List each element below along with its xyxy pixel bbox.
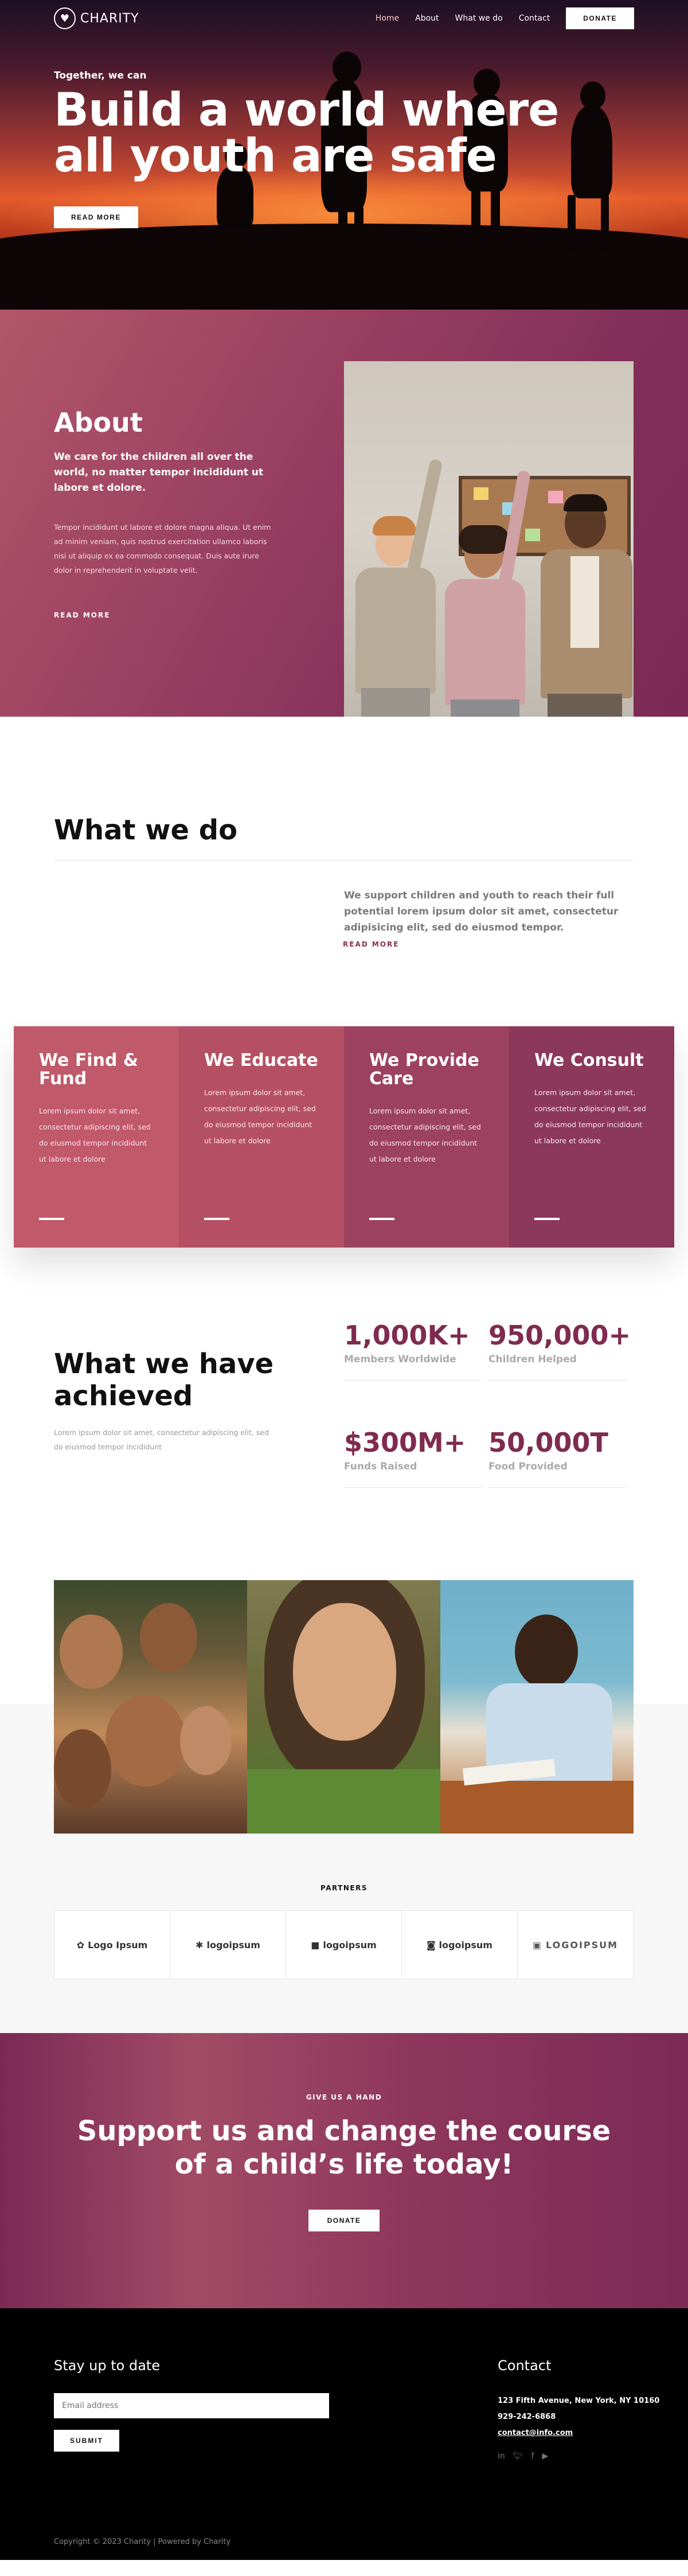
facebook-icon[interactable]: f [531, 2452, 534, 2461]
what-we-do-section: What we do We support children and youth… [0, 717, 688, 1009]
stat-food: 50,000T Food Provided [488, 1426, 627, 1488]
service-card-find-fund[interactable]: We Find & Fund Lorem ipsum dolor sit ame… [14, 1026, 179, 1248]
submit-button[interactable]: SUBMIT [54, 2430, 119, 2452]
stat-members: 1,000K+ Members Worldwide [344, 1319, 482, 1381]
services-cards: We Find & Fund Lorem ipsum dolor sit ame… [14, 1026, 674, 1248]
service-title: We Consult [534, 1050, 644, 1070]
cta-title: Support us and change the course of a ch… [77, 2115, 611, 2180]
nav-links: Home About What we do Contact DONATE [376, 7, 634, 29]
partner-logo-1[interactable]: ✿ Logo Ipsum [54, 1911, 170, 1979]
achievements-title: What we have achieved [54, 1348, 274, 1412]
stat-label: Members Worldwide [344, 1354, 456, 1365]
stat-value: 50,000T [488, 1427, 608, 1458]
cta-kicker: GIVE US A HAND [306, 2093, 382, 2101]
stat-label: Children Helped [488, 1354, 577, 1365]
nav-link-contact[interactable]: Contact [519, 14, 550, 23]
stat-value: 950,000+ [488, 1320, 631, 1351]
about-text: About We care for the children all over … [54, 407, 272, 620]
linkedin-icon[interactable]: in [498, 2452, 505, 2461]
nav-link-about[interactable]: About [415, 14, 439, 23]
stat-value: $300M+ [344, 1427, 466, 1458]
gallery-section [0, 1580, 688, 1850]
gallery-photo-boy-classroom [440, 1580, 634, 1834]
stat-label: Food Provided [488, 1461, 568, 1472]
stat-label: Funds Raised [344, 1461, 417, 1472]
gallery-photo-children-group [54, 1580, 247, 1834]
dash-decoration [204, 1218, 229, 1220]
gallery-photo-girl [247, 1580, 440, 1834]
social-links: in 🐦︎ f ▶ [498, 2452, 548, 2461]
cta-donate-button[interactable]: DONATE [308, 2210, 380, 2231]
partner-logo-icon: ▣ [532, 1939, 543, 1950]
hero-title: Build a world where all youth are safe [54, 83, 559, 182]
about-lead: We care for the children all over the wo… [54, 451, 264, 494]
service-title: We Find & Fund [39, 1050, 139, 1089]
service-title: We Provide Care [369, 1050, 479, 1089]
donate-cta-section: GIVE US A HAND Support us and change the… [0, 2033, 688, 2308]
partner-logo-icon: ✿ [76, 1939, 85, 1950]
service-card-educate[interactable]: We Educate Lorem ipsum dolor sit amet, c… [179, 1026, 344, 1248]
footer: Stay up to date SUBMIT Contact 123 Fifth… [0, 2308, 688, 2560]
about-read-more-link[interactable]: READ MORE [54, 611, 110, 619]
newsletter-title: Stay up to date [54, 2358, 161, 2374]
divider [54, 860, 634, 861]
twitter-icon[interactable]: 🐦︎ [513, 2452, 523, 2461]
contact-info: 123 Fifth Avenue, New York, NY 10160 929… [498, 2393, 659, 2441]
partner-logo-2[interactable]: ✱ logoipsum [170, 1911, 286, 1979]
hero-kicker: Together, we can [54, 70, 147, 81]
service-body: Lorem ipsum dolor sit amet, consectetur … [39, 1107, 151, 1163]
donate-button[interactable]: DONATE [566, 7, 634, 29]
hero-read-more-button[interactable]: READ MORE [54, 206, 138, 228]
what-we-do-title: What we do [54, 814, 238, 846]
nav-link-what-we-do[interactable]: What we do [455, 14, 503, 23]
top-navigation: ♥ CHARITY Home About What we do Contact … [0, 0, 688, 37]
dash-decoration [369, 1218, 394, 1220]
partners-section: PARTNERS ✿ Logo Ipsum ✱ logoipsum ■ logoips… [0, 1850, 688, 2033]
partner-logo-3[interactable]: ■ logoipsum [286, 1911, 402, 1979]
dash-decoration [39, 1218, 64, 1220]
partner-logo-icon: ■ [311, 1939, 320, 1950]
service-title: We Educate [204, 1050, 318, 1070]
contact-title: Contact [498, 2358, 552, 2374]
what-we-do-read-more-link[interactable]: READ MORE [343, 940, 399, 948]
about-title: About [54, 407, 143, 438]
service-card-consult[interactable]: We Consult Lorem ipsum dolor sit amet, c… [509, 1026, 674, 1248]
service-body: Lorem ipsum dolor sit amet, consectetur … [369, 1107, 481, 1163]
about-body: Tempor incididunt ut labore et dolore ma… [54, 523, 271, 574]
heart-hands-icon: ♥ [54, 7, 76, 29]
hero-section: Together, we can Build a world where all… [0, 0, 688, 310]
partner-logo-icon: ✱ [196, 1939, 204, 1950]
stat-funds: $300M+ Funds Raised [344, 1426, 482, 1488]
service-card-provide-care[interactable]: We Provide Care Lorem ipsum dolor sit am… [344, 1026, 509, 1248]
stat-value: 1,000K+ [344, 1320, 470, 1351]
partner-logos: ✿ Logo Ipsum ✱ logoipsum ■ logoipsum ◙ logoi… [54, 1910, 634, 1979]
achievements-subtitle: Lorem ipsum dolor sit amet, consectetur … [54, 1428, 269, 1451]
partner-logo-4[interactable]: ◙ logoipsum [402, 1911, 518, 1979]
stat-children: 950,000+ Children Helped [488, 1319, 631, 1381]
contact-phone: 929-242-6868 [498, 2413, 556, 2421]
contact-address: 123 Fifth Avenue, New York, NY 10160 [498, 2397, 660, 2405]
partner-logo-5[interactable]: ▣ LOGOIPSUM [518, 1911, 633, 1979]
nav-link-home[interactable]: Home [376, 14, 399, 23]
dash-decoration [534, 1218, 560, 1220]
about-photo [344, 361, 634, 768]
photo-gallery [54, 1580, 634, 1834]
contact-email-link[interactable]: contact@info.com [498, 2429, 573, 2437]
email-input[interactable] [54, 2393, 329, 2418]
brand-name: CHARITY [80, 11, 139, 26]
brand-logo[interactable]: ♥ CHARITY [54, 7, 139, 29]
partner-logo-icon: ◙ [427, 1939, 436, 1950]
hero-content: Together, we can Build a world where all… [54, 70, 570, 228]
copyright: Copyright © 2023 Charity | Powered by Ch… [54, 2538, 231, 2546]
partners-title: PARTNERS [320, 1884, 368, 1892]
service-body: Lorem ipsum dolor sit amet, consectetur … [204, 1088, 316, 1145]
what-we-do-text: We support children and youth to reach t… [344, 890, 619, 933]
service-body: Lorem ipsum dolor sit amet, consectetur … [534, 1088, 646, 1145]
youtube-icon[interactable]: ▶ [542, 2452, 548, 2461]
achievements-section: What we have achieved Lorem ipsum dolor … [0, 1259, 688, 1580]
